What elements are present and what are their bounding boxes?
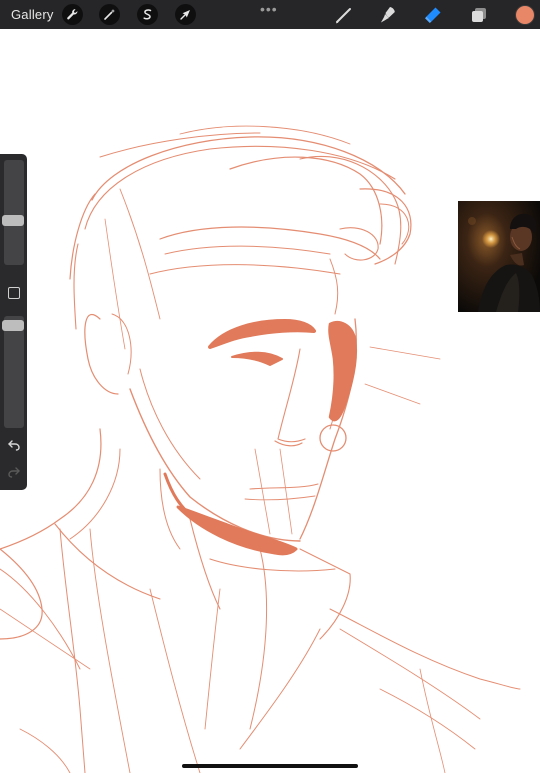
- home-indicator[interactable]: [182, 764, 358, 768]
- brush-sidebar: [0, 154, 27, 490]
- layers-icon[interactable]: [468, 4, 490, 26]
- smudge-icon[interactable]: [377, 4, 399, 26]
- color-picker-swatch[interactable]: [515, 5, 535, 25]
- undo-arrow-icon[interactable]: [7, 438, 21, 452]
- more-options-handle[interactable]: •••: [260, 1, 278, 17]
- gallery-button[interactable]: Gallery: [11, 7, 54, 22]
- top-toolbar: Gallery •••: [0, 0, 540, 29]
- brush-size-slider[interactable]: [4, 160, 24, 265]
- opacity-slider[interactable]: [4, 316, 24, 428]
- brush-size-handle[interactable]: [2, 215, 24, 226]
- redo-arrow-icon[interactable]: [7, 465, 21, 479]
- selection-s-icon[interactable]: [137, 4, 158, 25]
- reference-photo[interactable]: [458, 201, 540, 312]
- modify-button[interactable]: [8, 287, 20, 299]
- eraser-icon[interactable]: [422, 4, 444, 26]
- brush-icon[interactable]: [333, 4, 355, 26]
- wrench-icon[interactable]: [62, 4, 83, 25]
- drawing-canvas[interactable]: [0, 29, 540, 773]
- opacity-handle[interactable]: [2, 320, 24, 331]
- transform-arrow-icon[interactable]: [175, 4, 196, 25]
- magic-wand-icon[interactable]: [99, 4, 120, 25]
